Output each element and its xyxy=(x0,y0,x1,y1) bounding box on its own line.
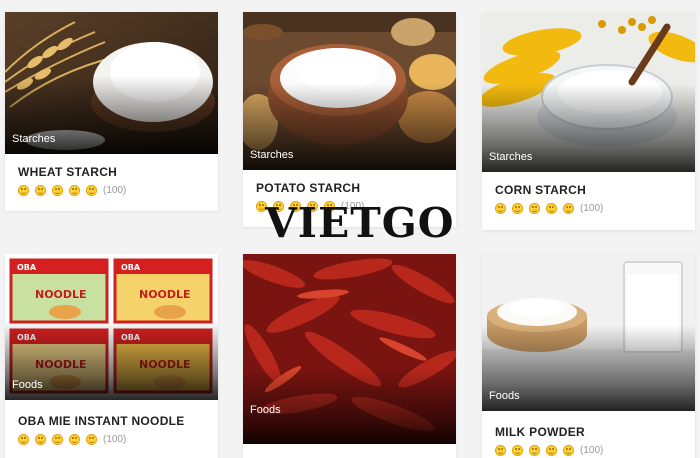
product-card-corn-starch[interactable]: Starches CORN STARCH (100) xyxy=(482,12,695,230)
product-image-wheat-starch[interactable]: Starches xyxy=(5,12,218,154)
rating-count: (100) xyxy=(580,203,604,214)
smiley-rating-icon xyxy=(529,445,540,456)
vietgo-watermark: VIETGO xyxy=(265,199,455,247)
category-label[interactable]: Starches xyxy=(250,149,293,161)
category-label[interactable]: Starches xyxy=(12,133,55,145)
smiley-rating-icon xyxy=(86,185,97,196)
category-label[interactable]: Foods xyxy=(250,404,281,416)
smiley-rating-icon xyxy=(563,203,574,214)
smiley-rating-icon xyxy=(52,434,63,445)
product-rating: (100) xyxy=(495,203,682,214)
product-title[interactable]: OBA MIE INSTANT NOODLE xyxy=(18,414,205,428)
product-rating: (100) xyxy=(495,445,682,456)
smiley-rating-icon xyxy=(512,445,523,456)
product-card-wheat-starch[interactable]: Starches WHEAT STARCH (100) xyxy=(5,12,218,211)
category-label[interactable]: Foods xyxy=(12,379,43,391)
smiley-rating-icon xyxy=(546,203,557,214)
product-image-potato-starch[interactable]: Starches xyxy=(243,12,456,170)
smiley-rating-icon xyxy=(563,445,574,456)
smiley-rating-icon xyxy=(18,434,29,445)
noodle-pack-label: NOODLE xyxy=(139,288,191,301)
product-title[interactable]: POTATO STARCH xyxy=(256,181,443,195)
noodle-brand-label: OBA xyxy=(17,263,37,272)
product-title[interactable]: CORN STARCH xyxy=(495,183,682,197)
smiley-rating-icon xyxy=(546,445,557,456)
smiley-rating-icon xyxy=(35,185,46,196)
smiley-rating-icon xyxy=(529,203,540,214)
product-rating: (100) xyxy=(18,185,205,196)
product-card-milk-powder[interactable]: Foods MILK POWDER (100) xyxy=(482,254,695,458)
product-card-dried-chili[interactable]: Foods xyxy=(243,254,456,458)
product-title[interactable]: WHEAT STARCH xyxy=(18,165,205,179)
product-image-dried-chili[interactable]: Foods xyxy=(243,254,456,444)
category-label[interactable]: Foods xyxy=(489,390,520,402)
smiley-rating-icon xyxy=(52,185,63,196)
smiley-rating-icon xyxy=(512,203,523,214)
smiley-rating-icon xyxy=(69,185,80,196)
product-image-oba-noodle[interactable]: NOODLE NOODLE NOODLE NOODLE OBA OBA OBA … xyxy=(5,254,218,400)
product-image-milk-powder[interactable]: Foods xyxy=(482,254,695,411)
product-title[interactable]: MILK POWDER xyxy=(495,425,682,439)
rating-count: (100) xyxy=(103,185,127,196)
smiley-rating-icon xyxy=(86,434,97,445)
smiley-rating-icon xyxy=(69,434,80,445)
smiley-rating-icon xyxy=(35,434,46,445)
product-rating: (100) xyxy=(18,434,205,445)
product-image-corn-starch[interactable]: Starches xyxy=(482,12,695,172)
smiley-rating-icon xyxy=(18,185,29,196)
category-label[interactable]: Starches xyxy=(489,151,532,163)
smiley-rating-icon xyxy=(495,445,506,456)
product-card-potato-starch[interactable]: Starches POTATO STARCH (100) xyxy=(243,12,456,227)
smiley-rating-icon xyxy=(495,203,506,214)
rating-count: (100) xyxy=(103,434,127,445)
rating-count: (100) xyxy=(580,445,604,456)
noodle-pack-label: NOODLE xyxy=(35,288,87,301)
product-card-oba-noodle[interactable]: NOODLE NOODLE NOODLE NOODLE OBA OBA OBA … xyxy=(5,254,218,458)
noodle-brand-label: OBA xyxy=(121,263,141,272)
